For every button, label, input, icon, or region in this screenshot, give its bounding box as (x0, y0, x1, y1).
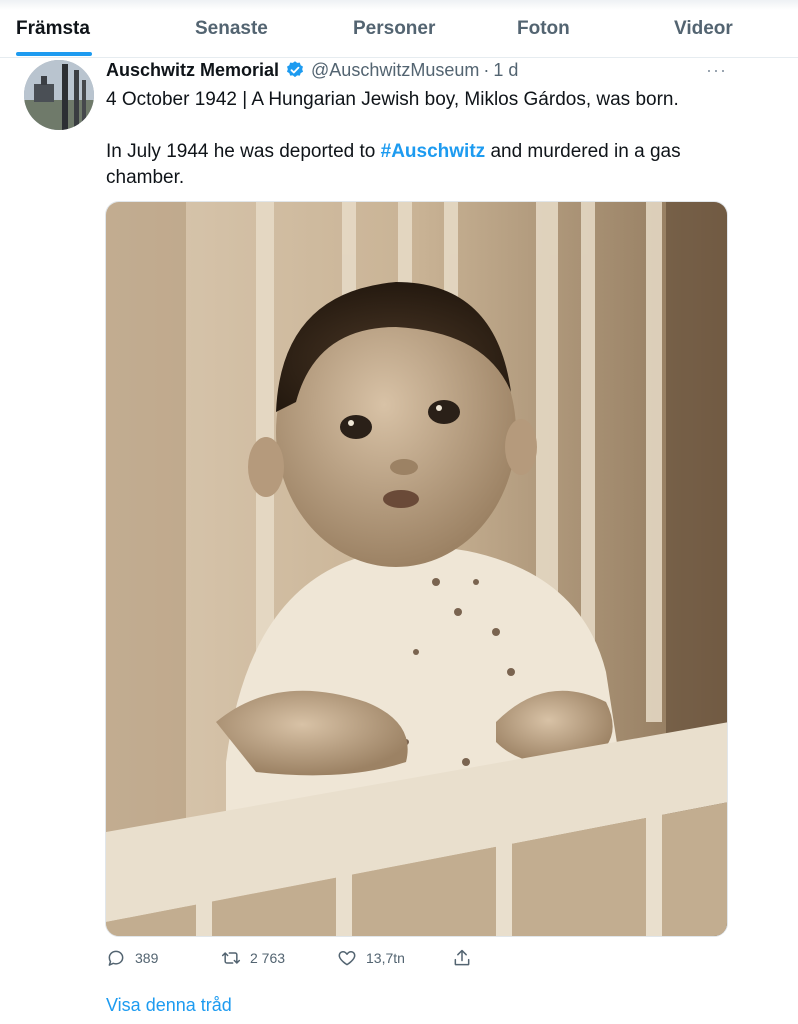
tweet-text-before: In July 1944 he was deported to (106, 141, 381, 162)
show-thread-link[interactable]: Visa denna tråd (106, 995, 232, 1016)
tab-foton[interactable]: Foton (517, 18, 570, 40)
search-tabs: Främsta Senaste Personer Foton Videor (0, 0, 798, 58)
share-icon (454, 949, 470, 966)
reply-icon (108, 950, 124, 966)
retweet-count: 2 763 (250, 950, 286, 966)
like-count: 13,7tn (366, 950, 405, 966)
retweet-button[interactable]: 2 763 (221, 948, 285, 968)
tweet-time[interactable]: 1 d (493, 60, 518, 81)
reply-count: 389 (135, 950, 159, 966)
retweet-icon (221, 952, 241, 964)
reply-button[interactable]: 389 (106, 948, 158, 968)
heart-icon (338, 951, 356, 966)
verified-badge-icon (287, 61, 304, 78)
tab-framsta[interactable]: Främsta (16, 18, 90, 40)
like-button[interactable]: 13,7tn (337, 948, 405, 968)
author-name[interactable]: Auschwitz Memorial (106, 60, 279, 81)
tab-senaste[interactable]: Senaste (195, 18, 268, 40)
hashtag-link[interactable]: #Auschwitz (381, 141, 486, 162)
author-handle[interactable]: @AuschwitzMuseum (311, 60, 479, 81)
tab-personer[interactable]: Personer (353, 18, 435, 40)
tweet-photo[interactable] (105, 201, 728, 937)
tab-videor[interactable]: Videor (674, 18, 733, 40)
share-button[interactable] (452, 948, 481, 968)
tweet-text-line1: 4 October 1942 | A Hungarian Jewish boy,… (106, 89, 679, 110)
active-tab-indicator (16, 52, 92, 56)
tweet-text-line2: In July 1944 he was deported to #Auschwi… (106, 139, 726, 191)
tweet-header: Auschwitz Memorial @AuschwitzMuseum · 1 … (106, 58, 518, 82)
tweet-actions: 389 2 763 13,7tn (0, 948, 798, 974)
more-icon[interactable]: ··· (706, 60, 727, 81)
avatar[interactable] (24, 60, 94, 130)
header-separator: · (483, 59, 490, 80)
